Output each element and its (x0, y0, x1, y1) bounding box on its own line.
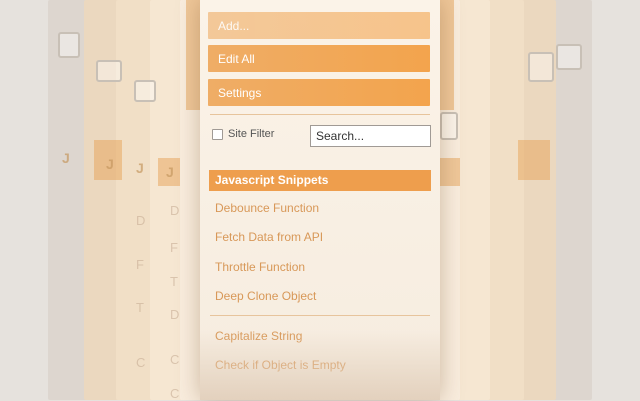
ghost-button-edge (186, 0, 200, 110)
ghost-section-letter: J (62, 150, 70, 166)
site-filter[interactable]: Site Filter (212, 128, 274, 140)
ghost-row-letter: C (170, 386, 180, 401)
ghost-section-letter: J (166, 164, 174, 180)
site-filter-label: Site Filter (228, 128, 275, 140)
ghost-input (134, 80, 156, 102)
ghost-row-letter: F (170, 240, 178, 255)
ghost-row-letter: D (170, 203, 180, 218)
ghost-input (528, 52, 554, 82)
divider (210, 315, 430, 316)
ghost-button-edge (440, 0, 454, 110)
ghost-input (96, 60, 122, 82)
ghost-row-letter: C (170, 352, 180, 367)
snippet-item[interactable]: Check if Object is Empty (215, 358, 346, 372)
ghost-input (440, 112, 458, 140)
ghost-row-letter: C (136, 355, 146, 370)
snippet-item[interactable]: Fetch Data from API (215, 230, 323, 244)
site-filter-checkbox[interactable] (212, 128, 223, 140)
ghost-row-letter: F (136, 257, 144, 272)
ghost-input (58, 32, 80, 58)
ghost-row-letter: D (170, 307, 180, 322)
section-header-javascript-snippets[interactable]: Javascript Snippets (209, 170, 431, 191)
snippet-item[interactable]: Debounce Function (215, 201, 319, 215)
settings-button[interactable]: Settings (208, 79, 430, 106)
ghost-input (556, 44, 582, 70)
snippet-item[interactable]: Capitalize String (215, 329, 302, 343)
ghost-section-letter: J (136, 160, 144, 176)
ghost-section-letter: J (106, 156, 114, 172)
snippet-item[interactable]: Deep Clone Object (215, 289, 316, 303)
search-input[interactable] (310, 125, 431, 147)
edit-all-button[interactable]: Edit All (208, 45, 430, 72)
ghost-row-letter: T (170, 274, 178, 289)
ghost-row-letter: D (136, 213, 146, 228)
ghost-header (518, 140, 550, 180)
ghost-row-letter: T (136, 300, 144, 315)
ghost-header (440, 158, 460, 186)
snippets-popup: Add... Edit All Settings Site Filter Jav… (200, 0, 440, 400)
snippet-item[interactable]: Throttle Function (215, 260, 305, 274)
divider (210, 114, 430, 115)
add-button[interactable]: Add... (208, 12, 430, 39)
